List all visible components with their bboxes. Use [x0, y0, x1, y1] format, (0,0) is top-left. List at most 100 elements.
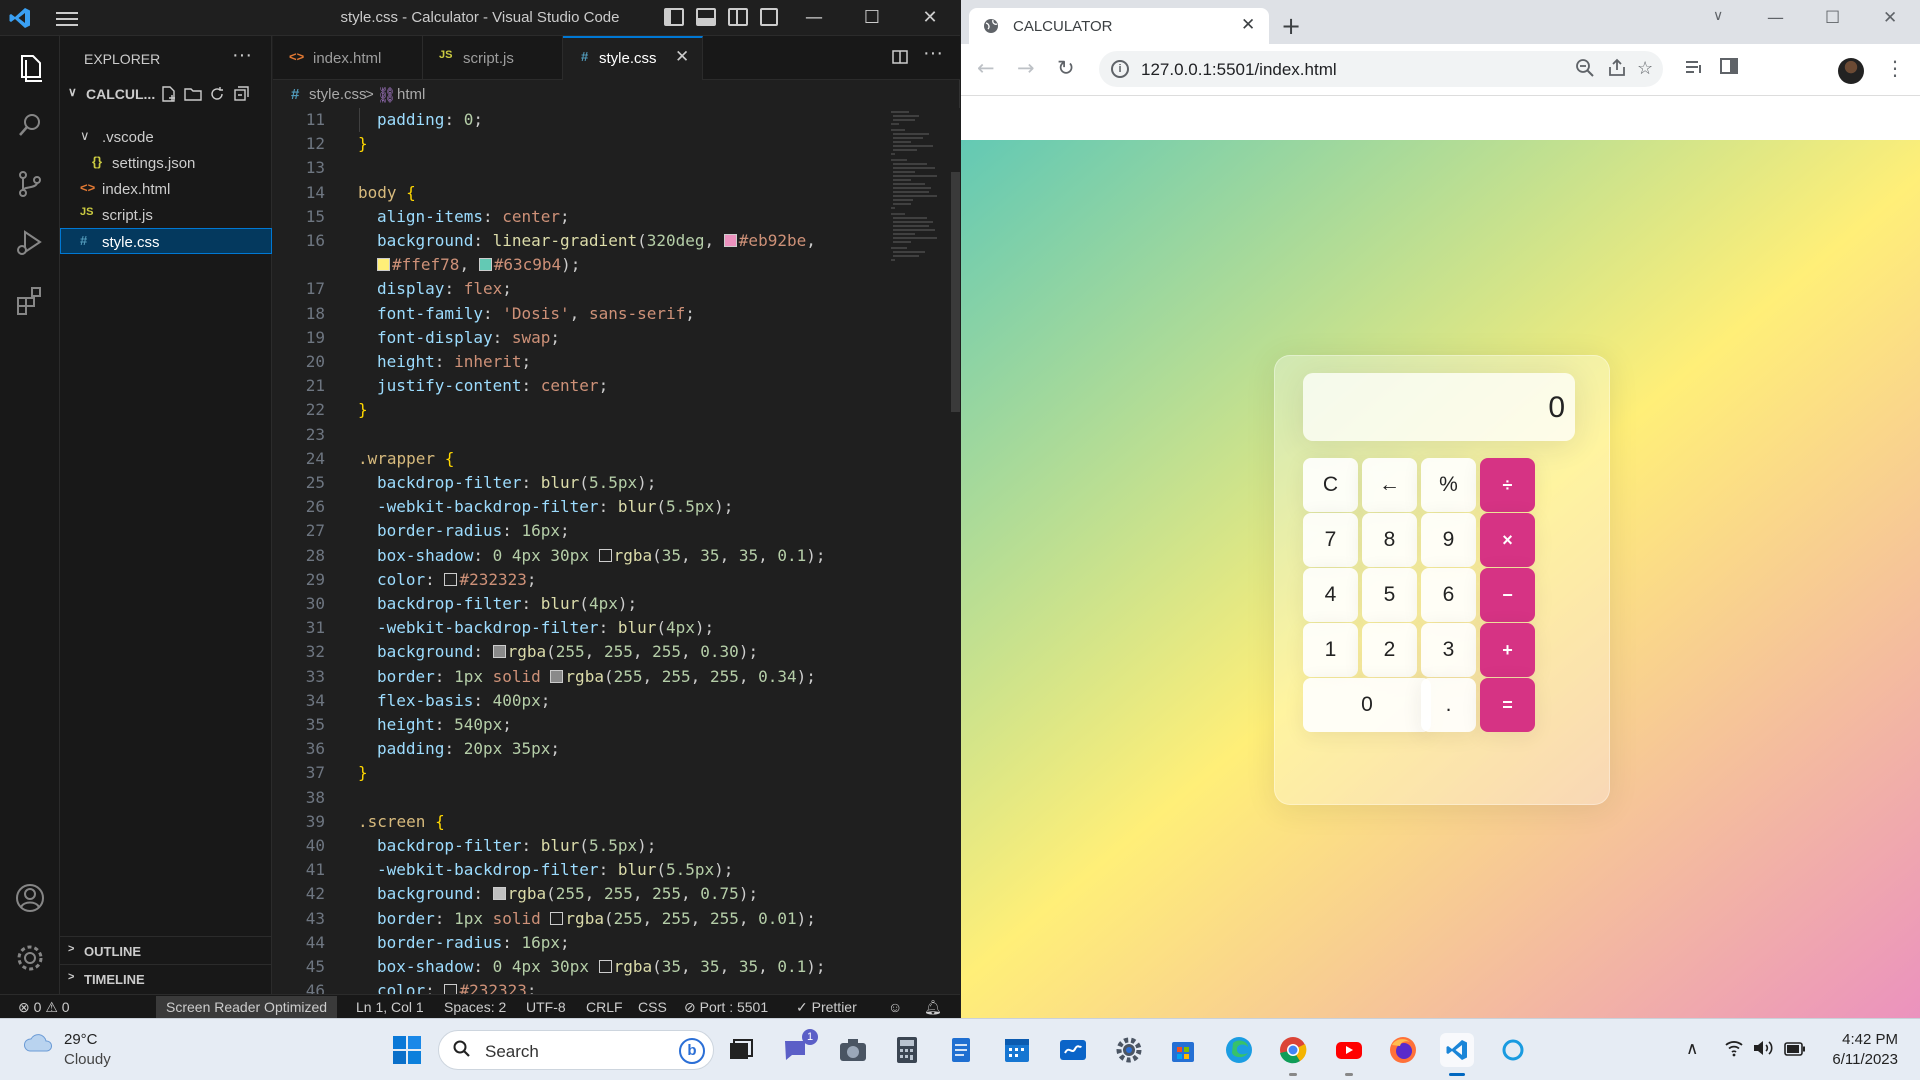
- feedback-icon[interactable]: ☺: [888, 999, 902, 1015]
- code-line[interactable]: 11 padding: 0;: [273, 108, 873, 132]
- operator-key[interactable]: =: [1480, 678, 1535, 732]
- split-editor-icon[interactable]: [891, 48, 909, 66]
- prettier-status[interactable]: ✓ Prettier: [796, 999, 857, 1016]
- toggle-panel-icon[interactable]: [696, 8, 716, 26]
- cursor-position[interactable]: Ln 1, Col 1: [356, 999, 424, 1015]
- breadcrumb-file[interactable]: style.css: [309, 86, 367, 103]
- url-text[interactable]: 127.0.0.1:5501/index.html: [1141, 60, 1337, 80]
- search-icon[interactable]: [12, 108, 48, 144]
- zoom-out-icon[interactable]: [1575, 58, 1595, 78]
- tab-style-css[interactable]: # style.css ✕: [563, 36, 703, 80]
- color-swatch[interactable]: [492, 887, 506, 901]
- collapse-all-icon[interactable]: [232, 85, 250, 103]
- breadcrumb-node[interactable]: html: [397, 86, 425, 103]
- code-line[interactable]: 30 backdrop-filter: blur(4px);: [273, 592, 873, 616]
- code-line[interactable]: 45 box-shadow: 0 4px 30px rgba(35, 35, 35…: [273, 955, 873, 979]
- code-line[interactable]: #ffef78, #63c9b4);: [273, 253, 873, 277]
- code-line[interactable]: 20 height: inherit;: [273, 350, 873, 374]
- code-line[interactable]: 22}: [273, 398, 873, 422]
- calendar-app-icon[interactable]: [1000, 1033, 1034, 1067]
- operator-key[interactable]: ×: [1480, 513, 1535, 567]
- minimize-icon[interactable]: —: [1767, 8, 1784, 28]
- windows-start-icon[interactable]: [392, 1035, 422, 1065]
- browser-tab[interactable]: CALCULATOR ✕: [969, 8, 1269, 44]
- tree-file-index-html[interactable]: <> index.html: [60, 176, 272, 202]
- tab-search-chevron-icon[interactable]: ∨: [1713, 8, 1723, 24]
- tree-file-script-js[interactable]: JS script.js: [60, 202, 272, 228]
- code-line[interactable]: 14 body {: [273, 181, 873, 205]
- code-line[interactable]: 41 -webkit-backdrop-filter: blur(5.5px);: [273, 858, 873, 882]
- new-tab-icon[interactable]: +: [1281, 12, 1301, 40]
- new-file-icon[interactable]: [160, 85, 178, 103]
- chrome-menu-icon[interactable]: ⋮: [1885, 56, 1905, 80]
- run-and-debug-icon[interactable]: [12, 224, 48, 260]
- close-icon[interactable]: ✕: [1883, 8, 1897, 28]
- calculator-key[interactable]: ←: [1362, 458, 1417, 512]
- source-control-icon[interactable]: [12, 166, 48, 202]
- color-swatch[interactable]: [550, 669, 564, 683]
- timeline-section[interactable]: > TIMELINE: [60, 964, 272, 992]
- indentation-status[interactable]: Spaces: 2: [444, 999, 506, 1015]
- camera-app-icon[interactable]: [836, 1033, 870, 1067]
- code-line[interactable]: 28 box-shadow: 0 4px 30px rgba(35, 35, 35…: [273, 544, 873, 568]
- calculator-key[interactable]: .: [1421, 678, 1476, 732]
- code-line[interactable]: 36 padding: 20px 35px;: [273, 737, 873, 761]
- code-line[interactable]: 46 color: #232323;: [273, 979, 873, 994]
- calculator-key[interactable]: %: [1421, 458, 1476, 512]
- battery-icon[interactable]: [1784, 1042, 1806, 1056]
- microsoft-store-icon[interactable]: [1166, 1033, 1200, 1067]
- firefox-browser-icon[interactable]: [1386, 1033, 1420, 1067]
- code-line[interactable]: 23: [273, 423, 873, 447]
- maximize-icon[interactable]: ☐: [852, 6, 892, 30]
- notifications-bell-icon[interactable]: 🔔︎: [924, 999, 942, 1016]
- code-line[interactable]: 13: [273, 156, 873, 180]
- tab-script-js[interactable]: JS script.js: [423, 36, 563, 80]
- bing-icon[interactable]: b: [679, 1038, 705, 1064]
- edge-browser-icon[interactable]: [1222, 1033, 1256, 1067]
- color-swatch[interactable]: [444, 984, 458, 994]
- clock-time[interactable]: 4:42 PM: [1836, 1031, 1898, 1048]
- operator-key[interactable]: ÷: [1480, 458, 1535, 512]
- calculator-key[interactable]: 7: [1303, 513, 1358, 567]
- close-tab-icon[interactable]: ✕: [1241, 15, 1255, 35]
- port-status[interactable]: ⊘ Port : 5501: [684, 999, 768, 1016]
- media-queue-icon[interactable]: [1683, 56, 1705, 78]
- color-swatch[interactable]: [478, 258, 492, 272]
- share-icon[interactable]: [1607, 58, 1627, 78]
- notepad-app-icon[interactable]: [944, 1033, 978, 1067]
- tree-file-style-css[interactable]: # style.css: [60, 228, 272, 254]
- calculator-key[interactable]: 8: [1362, 513, 1417, 567]
- more-actions-icon[interactable]: ···: [923, 42, 943, 65]
- calculator-key[interactable]: 2: [1362, 623, 1417, 677]
- code-line[interactable]: 24 .wrapper {: [273, 447, 873, 471]
- problems-indicator[interactable]: ⊗ 0 ⚠ 0: [18, 999, 70, 1016]
- color-swatch[interactable]: [444, 572, 458, 586]
- code-line[interactable]: 15 align-items: center;: [273, 205, 873, 229]
- clock-date[interactable]: 6/11/2023: [1818, 1051, 1898, 1068]
- calculator-app-icon[interactable]: [890, 1033, 924, 1067]
- code-line[interactable]: 40 backdrop-filter: blur(5.5px);: [273, 834, 873, 858]
- bookmark-star-icon[interactable]: ☆: [1637, 58, 1653, 79]
- volume-icon[interactable]: [1752, 1039, 1774, 1057]
- code-line[interactable]: 21 justify-content: center;: [273, 374, 873, 398]
- whiteboard-app-icon[interactable]: [1056, 1033, 1090, 1067]
- weather-condition[interactable]: Cloudy: [64, 1051, 111, 1068]
- chrome-browser-icon[interactable]: [1276, 1033, 1310, 1076]
- code-line[interactable]: 26 -webkit-backdrop-filter: blur(5.5px);: [273, 495, 873, 519]
- teams-chat-icon[interactable]: 1: [780, 1029, 818, 1067]
- close-tab-icon[interactable]: ✕: [675, 47, 689, 67]
- color-swatch[interactable]: [492, 645, 506, 659]
- profile-avatar[interactable]: [1838, 58, 1864, 84]
- encoding-status[interactable]: UTF-8: [526, 999, 566, 1015]
- code-line[interactable]: 32 background: rgba(255, 255, 255, 0.30);: [273, 640, 873, 664]
- youtube-app-icon[interactable]: [1332, 1033, 1366, 1076]
- customize-layout-icon[interactable]: [760, 8, 778, 26]
- language-mode[interactable]: CSS: [638, 999, 667, 1015]
- code-line[interactable]: 37}: [273, 761, 873, 785]
- close-icon[interactable]: ✕: [910, 6, 950, 30]
- side-panel-icon[interactable]: [1719, 56, 1739, 76]
- refresh-icon[interactable]: [208, 85, 226, 103]
- reload-icon[interactable]: ↻: [1057, 56, 1075, 80]
- calculator-key[interactable]: C: [1303, 458, 1358, 512]
- code-line[interactable]: 33 border: 1px solid rgba(255, 255, 255, …: [273, 665, 873, 689]
